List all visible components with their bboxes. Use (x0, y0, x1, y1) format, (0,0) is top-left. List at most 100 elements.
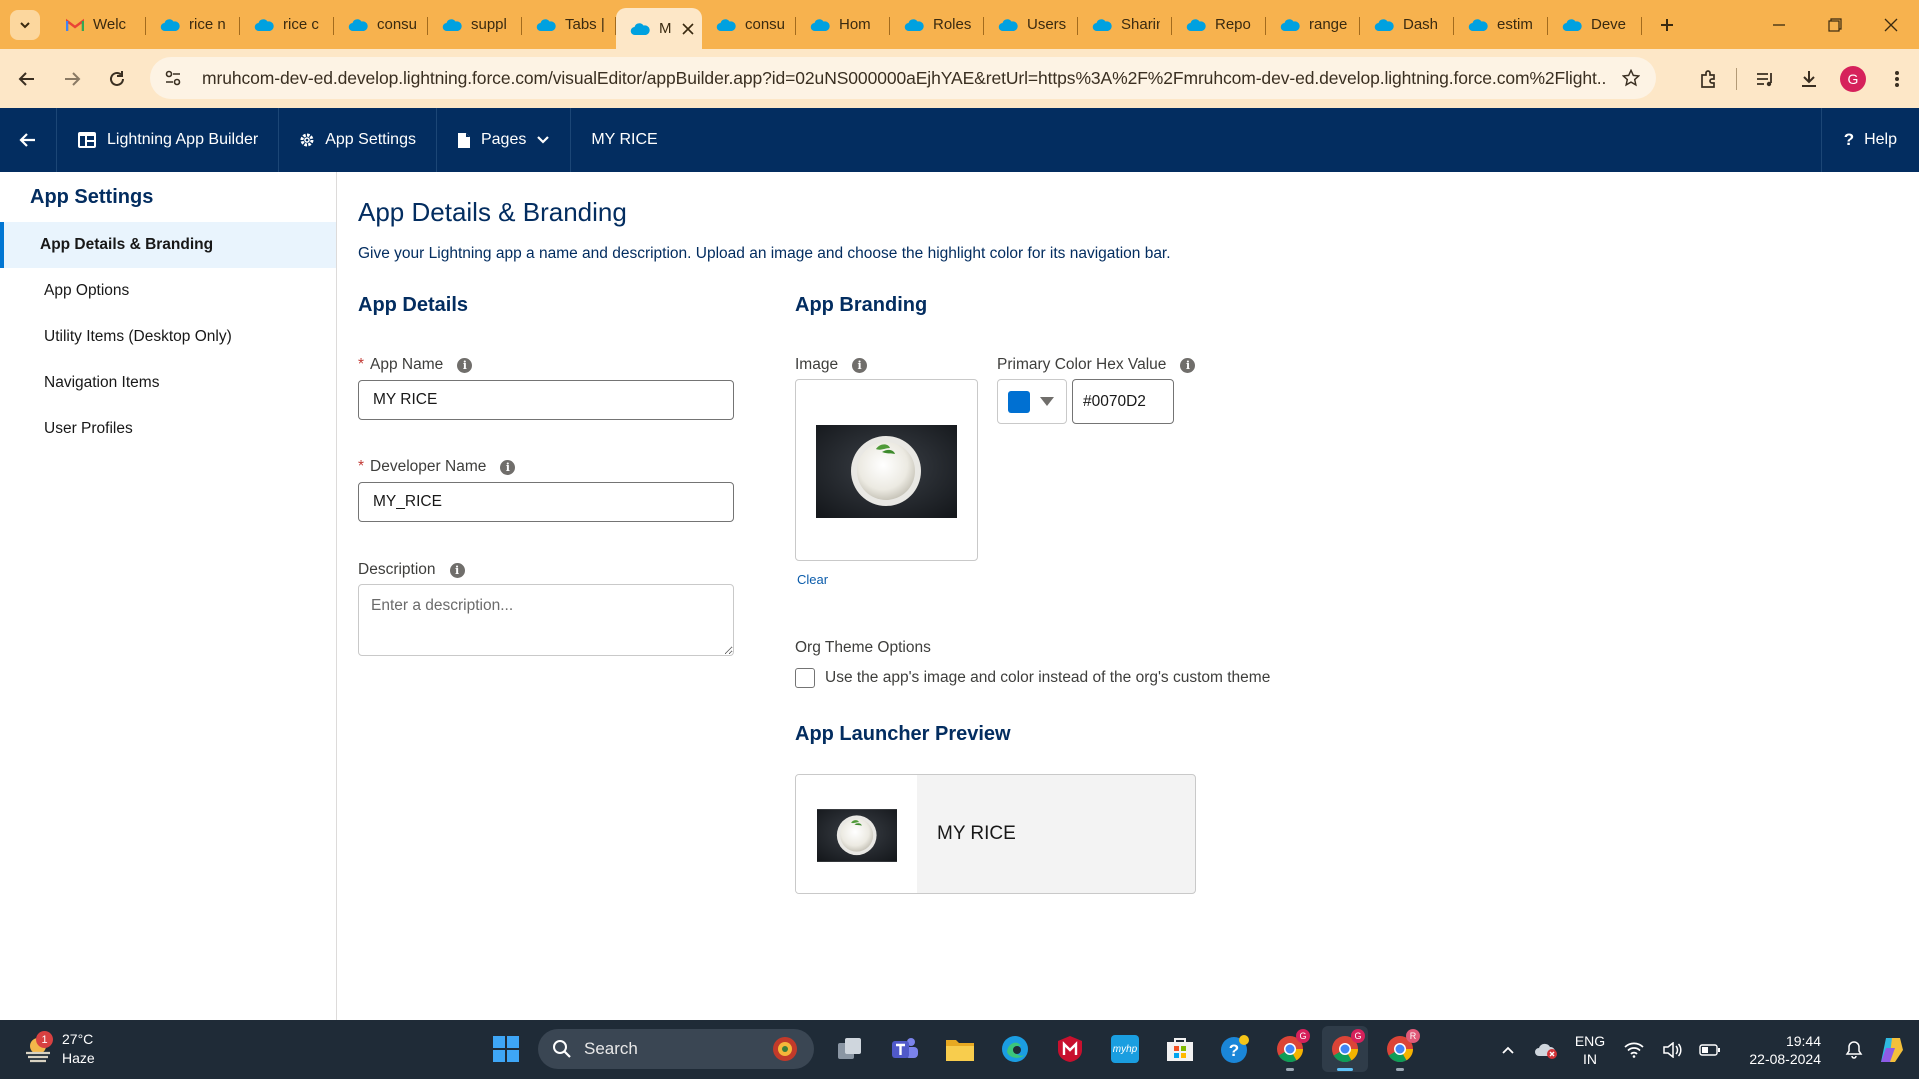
battery-status[interactable] (1691, 1030, 1729, 1070)
media-control-button[interactable] (1743, 59, 1787, 99)
profile-button[interactable]: G (1831, 59, 1875, 99)
site-info-button[interactable] (158, 63, 188, 93)
org-theme-checkbox-label[interactable]: Use the app's image and color instead of… (825, 668, 1270, 688)
org-theme-checkbox[interactable] (795, 668, 815, 688)
gmail-icon (66, 18, 84, 32)
chrome-profile-badge: R (1406, 1029, 1420, 1043)
toolbar-divider (1736, 68, 1737, 90)
help-button[interactable]: ? Help (1820, 108, 1919, 172)
salesforce-cloud-icon (1562, 18, 1582, 32)
microsoft-store-icon (1166, 1036, 1194, 1062)
get-help-button[interactable]: ? (1212, 1026, 1258, 1072)
language-line1: ENG (1574, 1032, 1606, 1049)
close-window-button[interactable] (1863, 0, 1919, 49)
sidebar-item-app-details-branding[interactable]: App Details & Branding (0, 222, 336, 268)
description-textarea[interactable] (358, 584, 734, 656)
sidebar-item-navigation-items[interactable]: Navigation Items (0, 360, 336, 406)
restore-button[interactable] (1807, 0, 1863, 49)
address-bar[interactable]: mruhcom-dev-ed.develop.lightning.force.c… (150, 57, 1656, 99)
primary-color-hex-input[interactable] (1072, 379, 1174, 424)
file-explorer-button[interactable] (937, 1026, 983, 1072)
current-app-name: MY RICE (571, 108, 677, 172)
sidebar-item-app-options[interactable]: App Options (0, 268, 336, 314)
chrome-button[interactable]: G (1267, 1026, 1313, 1072)
back-to-setup-button[interactable] (0, 108, 57, 172)
browser-tab[interactable]: Tabs | (522, 7, 616, 43)
browser-tab[interactable]: suppl (428, 7, 522, 43)
browser-menu-button[interactable] (1875, 59, 1919, 99)
myhp-button[interactable]: myhp (1102, 1026, 1148, 1072)
wifi-status[interactable] (1615, 1030, 1653, 1070)
info-icon[interactable]: i (457, 357, 473, 373)
browser-tab-active[interactable]: M (616, 7, 702, 50)
browser-tab[interactable]: consu (702, 7, 796, 43)
new-tab-button[interactable] (1650, 8, 1684, 42)
clear-image-link[interactable]: Clear (797, 572, 828, 587)
bookmark-button[interactable] (1614, 61, 1648, 95)
browser-tab[interactable]: Repo (1172, 7, 1266, 43)
onedrive-button[interactable] (1527, 1030, 1565, 1070)
chrome-button[interactable]: G (1322, 1026, 1368, 1072)
url-text[interactable]: mruhcom-dev-ed.develop.lightning.force.c… (202, 68, 1606, 89)
developer-name-label-text: Developer Name (370, 458, 487, 475)
browser-tab-strip: Welc rice n rice c consu suppl Tabs | Mconsu Ho… (0, 0, 1919, 50)
help-icon: ? (1220, 1034, 1250, 1064)
back-button[interactable] (9, 61, 45, 97)
copilot-button[interactable] (1873, 1030, 1911, 1070)
edge-button[interactable] (992, 1026, 1038, 1072)
browser-tab[interactable]: Deve (1548, 7, 1642, 43)
sidebar-item-utility-items-desktop-only[interactable]: Utility Items (Desktop Only) (0, 314, 336, 360)
app-settings-button[interactable]: App Settings (279, 108, 437, 172)
arrow-left-icon (18, 70, 36, 88)
browser-tab[interactable]: consu (334, 7, 428, 43)
system-tray: ENG IN 19:44 22-08-2024 (1489, 1020, 1919, 1079)
browser-tab[interactable]: Sharin (1078, 7, 1172, 43)
app-name-label-text: App Name (370, 356, 444, 373)
salesforce-cloud-icon (1186, 18, 1206, 32)
color-picker-button[interactable] (997, 379, 1067, 424)
browser-tab[interactable]: rice n (146, 7, 240, 43)
taskbar-search[interactable]: Search (538, 1029, 814, 1069)
browser-tab[interactable]: Welc (52, 7, 146, 43)
browser-toolbar: mruhcom-dev-ed.develop.lightning.force.c… (0, 49, 1919, 108)
browser-tab[interactable]: Users (984, 7, 1078, 43)
taskbar-clock[interactable]: 19:44 22-08-2024 (1729, 1032, 1821, 1068)
pages-dropdown[interactable]: Pages (437, 108, 572, 172)
info-icon[interactable]: i (852, 357, 868, 373)
microsoft-store-button[interactable] (1157, 1026, 1203, 1072)
salesforce-cloud-icon (904, 18, 924, 32)
notifications-button[interactable] (1835, 1030, 1873, 1070)
browser-tab[interactable]: range (1266, 7, 1360, 43)
downloads-button[interactable] (1787, 59, 1831, 99)
browser-tab[interactable]: Dash (1360, 7, 1454, 43)
teams-button[interactable] (882, 1026, 928, 1072)
browser-tab[interactable]: estim (1454, 7, 1548, 43)
volume-status[interactable] (1653, 1030, 1691, 1070)
task-view-button[interactable] (827, 1026, 873, 1072)
developer-name-input[interactable] (358, 482, 734, 522)
arrow-left-icon (19, 131, 37, 149)
show-hidden-icons-button[interactable] (1489, 1030, 1527, 1070)
mcafee-button[interactable] (1047, 1026, 1093, 1072)
chrome-button[interactable]: R (1377, 1026, 1423, 1072)
weather-widget[interactable]: 1 27°C Haze (22, 1030, 95, 1068)
language-indicator[interactable]: ENG IN (1565, 1032, 1615, 1068)
info-icon[interactable]: i (449, 562, 465, 578)
image-upload-box[interactable] (795, 379, 978, 561)
info-icon[interactable]: i (1180, 357, 1196, 373)
minimize-button[interactable] (1751, 0, 1807, 49)
info-icon[interactable]: i (500, 459, 516, 475)
browser-tab[interactable]: Hom (796, 7, 890, 43)
browser-tab[interactable]: rice c (240, 7, 334, 43)
sidebar-item-user-profiles[interactable]: User Profiles (0, 406, 336, 452)
browser-tab[interactable]: Roles (890, 7, 984, 43)
app-name-input[interactable] (358, 380, 734, 420)
forward-button[interactable] (54, 61, 90, 97)
tab-search-button[interactable] (10, 9, 40, 40)
start-button[interactable] (483, 1026, 529, 1072)
cloud-error-icon (1534, 1041, 1558, 1059)
extensions-button[interactable] (1686, 59, 1730, 99)
close-tab-icon[interactable] (682, 22, 694, 35)
profile-avatar: G (1840, 66, 1866, 92)
reload-button[interactable] (99, 61, 135, 97)
